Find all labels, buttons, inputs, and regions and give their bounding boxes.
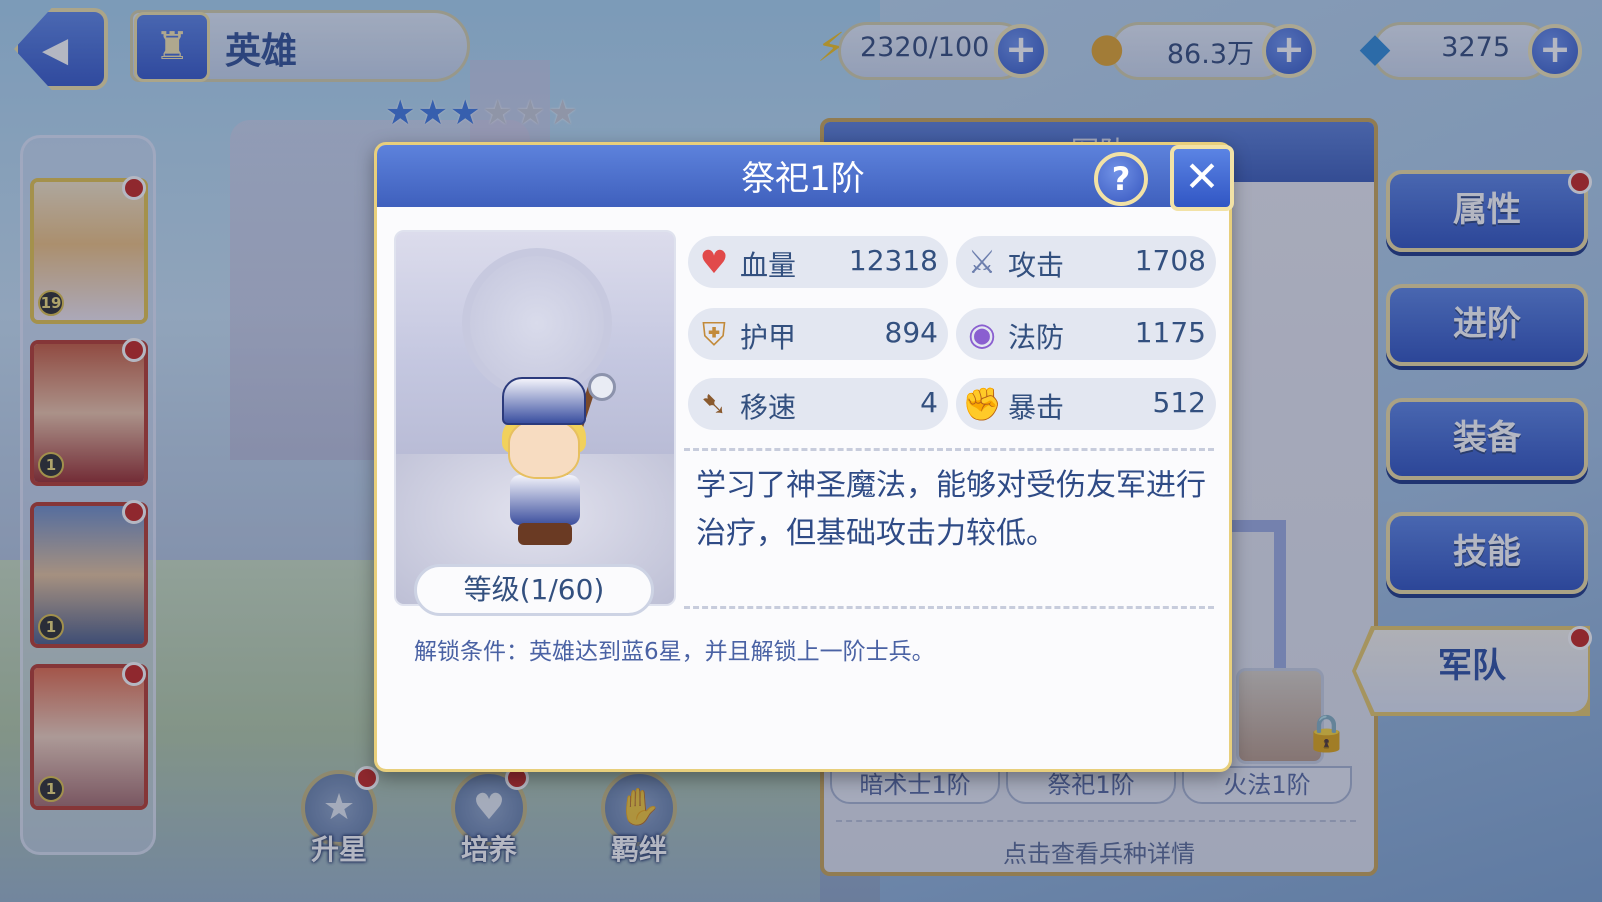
stat-armor: ⛨ 护甲 894 — [688, 308, 948, 360]
divider — [684, 448, 1214, 451]
character-body — [510, 475, 580, 525]
stat-name: 暴击 — [1008, 391, 1065, 424]
eagle-emblem-icon — [462, 248, 612, 398]
stat-move-speed: ➷ 移速 4 — [688, 378, 948, 430]
unit-level: 等级(1/60) — [414, 564, 654, 616]
character-face — [508, 419, 580, 479]
boot-icon: ➷ — [700, 385, 728, 423]
staff-head-icon — [588, 373, 616, 401]
unit-description: 学习了神圣魔法，能够对受伤友军进行治疗，但基础攻击力较低。 — [696, 468, 1206, 551]
armor-icon: ⛨ — [701, 315, 726, 353]
stat-name: 移速 — [740, 391, 797, 424]
priest-character — [492, 373, 616, 547]
stat-name: 护甲 — [740, 321, 797, 354]
stat-value: 1175 — [1134, 316, 1206, 349]
unlock-condition: 解锁条件：英雄达到蓝6星，并且解锁上一阶士兵。 — [414, 639, 935, 665]
stat-value: 512 — [1152, 386, 1206, 419]
stat-name: 攻击 — [1008, 249, 1065, 282]
stat-name: 法防 — [1008, 321, 1065, 354]
stat-name: 血量 — [740, 249, 797, 282]
stat-value: 894 — [884, 316, 938, 349]
help-button[interactable]: ? — [1094, 152, 1148, 206]
stat-attack: ⚔ 攻击 1708 — [956, 236, 1216, 288]
stat-magic-defense: ◉ 法防 1175 — [956, 308, 1216, 360]
close-button[interactable]: ✕ — [1170, 145, 1234, 211]
divider — [684, 606, 1214, 609]
unit-portrait — [394, 230, 676, 606]
magic-shield-icon: ◉ — [968, 315, 996, 353]
stat-hp: ♥ 血量 12318 — [688, 236, 948, 288]
stat-critical: ✊ 暴击 512 — [956, 378, 1216, 430]
character-legs — [518, 523, 572, 545]
fist-icon: ✊ — [962, 385, 1002, 423]
sword-icon: ⚔ — [967, 243, 997, 281]
stat-value: 1708 — [1134, 244, 1206, 277]
heart-icon: ♥ — [699, 243, 729, 281]
stat-value: 12318 — [848, 244, 938, 277]
stat-value: 4 — [920, 386, 938, 419]
character-hat — [502, 377, 586, 425]
